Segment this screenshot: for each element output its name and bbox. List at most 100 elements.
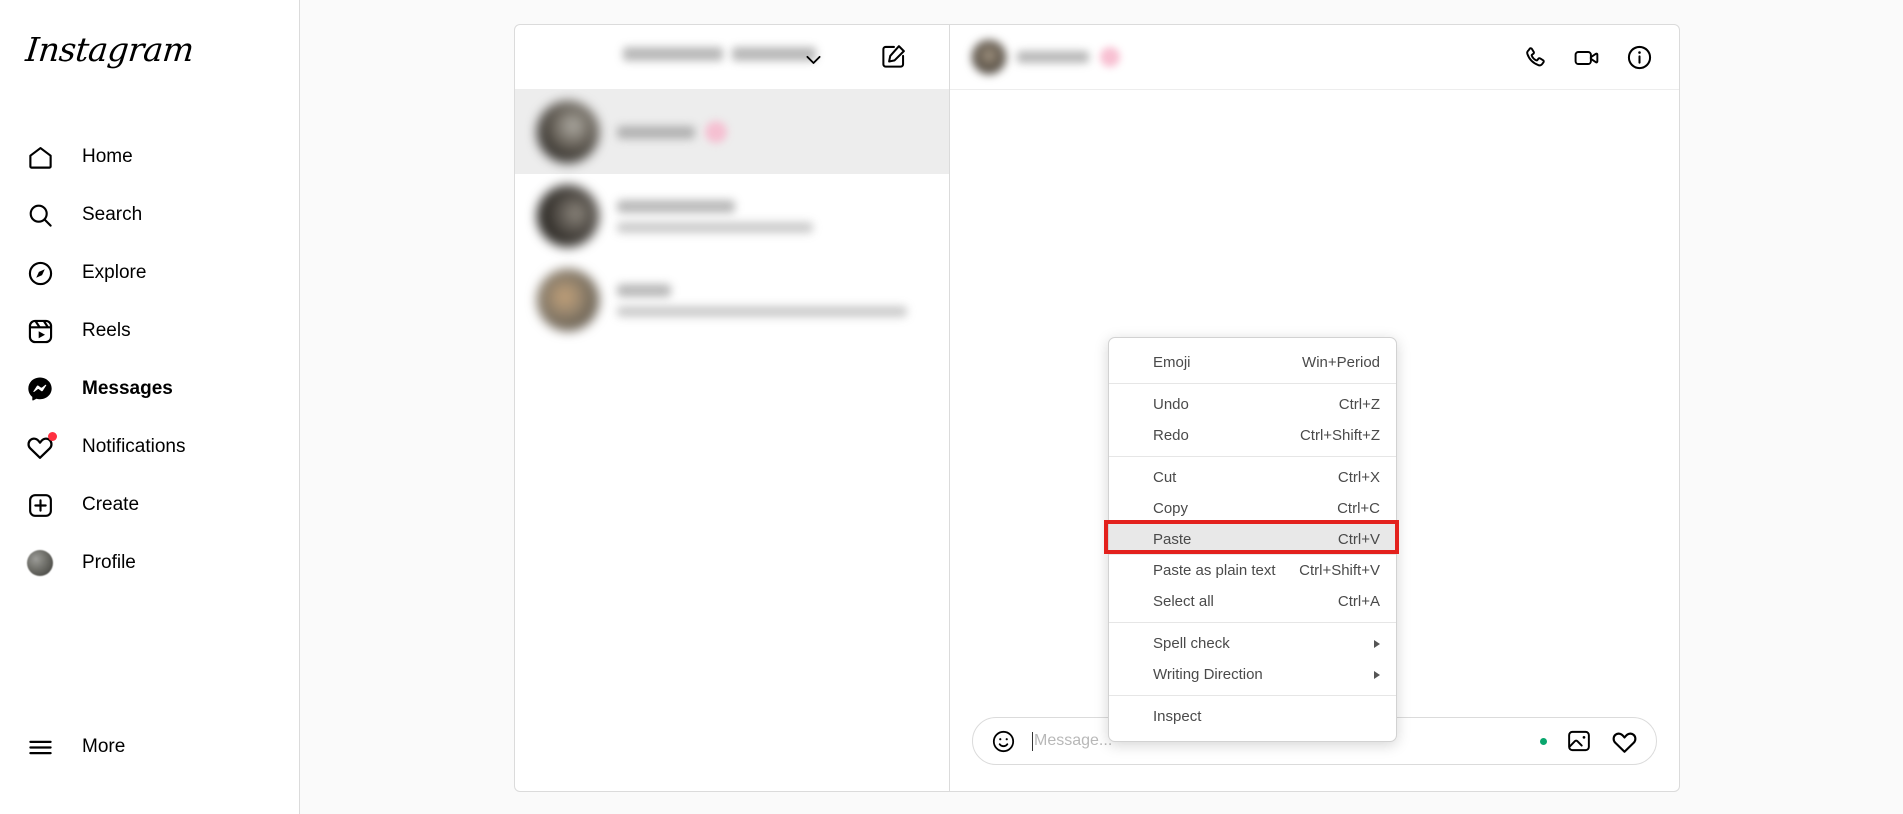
avatar — [537, 269, 599, 331]
context-menu-group: Emoji Win+Period — [1109, 342, 1396, 383]
sidebar-item-label: Reels — [82, 320, 131, 341]
heart-outline-icon[interactable] — [1611, 729, 1638, 754]
context-menu-group: Spell check Writing Direction — [1109, 622, 1396, 695]
menu-item-shortcut: Ctrl+C — [1337, 500, 1380, 517]
account-username-redacted — [623, 47, 723, 61]
context-menu-group: Undo Ctrl+Z Redo Ctrl+Shift+Z — [1109, 383, 1396, 456]
menu-item-shortcut: Ctrl+Shift+V — [1299, 562, 1380, 579]
text-caret — [1032, 731, 1033, 751]
messenger-icon — [24, 373, 56, 405]
notification-badge — [48, 432, 57, 441]
image-icon[interactable] — [1566, 728, 1592, 754]
menu-item-shortcut: Ctrl+Shift+Z — [1299, 427, 1380, 444]
context-menu-item-undo[interactable]: Undo Ctrl+Z — [1109, 389, 1396, 420]
context-menu-item-paste[interactable]: Paste Ctrl+V — [1109, 524, 1396, 555]
heart-icon — [24, 431, 57, 463]
menu-item-label: Inspect — [1153, 708, 1202, 725]
list-item[interactable] — [515, 258, 949, 342]
composer-actions — [1540, 728, 1638, 754]
menu-item-label: Select all — [1153, 593, 1214, 610]
messages-container: Message... — [514, 24, 1680, 792]
sidebar-item-search[interactable]: Search — [0, 186, 300, 244]
menu-item-label: Writing Direction — [1153, 666, 1263, 683]
avatar — [537, 101, 599, 163]
context-menu-item-wrap: Emoji Win+Period — [1109, 347, 1396, 378]
video-camera-icon[interactable] — [1573, 44, 1601, 72]
context-menu-group: Inspect — [1109, 695, 1396, 737]
info-circle-icon[interactable] — [1625, 44, 1653, 72]
conversation-preview-redacted — [617, 221, 813, 233]
avatar — [537, 185, 599, 247]
avatar — [24, 547, 56, 579]
status-badge — [705, 121, 727, 143]
sidebar-item-create[interactable]: Create — [0, 476, 300, 534]
context-menu-item-redo[interactable]: Redo Ctrl+Shift+Z — [1109, 420, 1396, 451]
context-menu[interactable]: Emoji Win+Period Undo Ctrl+Z Redo Ctrl+S… — [1104, 337, 1399, 742]
chat-header-actions — [1521, 25, 1653, 90]
menu-item-label: Undo — [1153, 396, 1189, 413]
sidebar-item-explore[interactable]: Explore — [0, 244, 300, 302]
submenu-arrow-icon — [1374, 670, 1380, 679]
context-menu-item-inspect[interactable]: Inspect — [1109, 701, 1396, 732]
conversation-list[interactable] — [515, 90, 949, 791]
menu-item-label: Copy — [1153, 500, 1189, 517]
account-switcher[interactable] — [623, 47, 816, 61]
context-menu-item-wrap: Paste Ctrl+V — [1104, 520, 1399, 555]
menu-item-label: Spell check — [1153, 635, 1230, 652]
phone-icon[interactable] — [1521, 44, 1549, 72]
home-icon — [24, 141, 56, 173]
chevron-down-icon[interactable] — [803, 49, 824, 70]
menu-item-shortcut: Ctrl+X — [1337, 469, 1380, 486]
sidebar-item-label: Profile — [82, 552, 136, 573]
submenu-arrow-icon — [1374, 639, 1380, 648]
conversation-text — [617, 121, 727, 143]
conversation-name-redacted — [617, 125, 695, 139]
conversation-preview-redacted — [617, 305, 907, 317]
sidebar-item-messages[interactable]: Messages — [0, 360, 300, 418]
context-menu-item-cut[interactable]: Cut Ctrl+X — [1109, 462, 1396, 493]
plus-square-icon — [24, 489, 56, 521]
conversation-name-redacted — [617, 283, 671, 297]
conversation-list-panel — [515, 25, 950, 791]
context-menu-item-emoji[interactable]: Emoji Win+Period — [1109, 347, 1396, 378]
menu-item-label: Cut — [1153, 469, 1177, 486]
list-item[interactable] — [515, 174, 949, 258]
chat-header — [950, 25, 1679, 90]
sidebar-item-label: Create — [82, 494, 140, 515]
context-menu-item-spell-check[interactable]: Spell check — [1109, 628, 1396, 659]
chat-name-redacted — [1017, 51, 1089, 63]
new-message-icon[interactable] — [880, 43, 907, 75]
sidebar-item-reels[interactable]: Reels — [0, 302, 300, 360]
chat-thread-identity[interactable] — [972, 40, 1120, 74]
sidebar-nav: Home Search Explore Reels Messages Notif… — [0, 128, 300, 592]
compass-icon — [24, 257, 56, 289]
menu-item-shortcut: Ctrl+A — [1337, 593, 1380, 610]
context-menu-item-writing-direction[interactable]: Writing Direction — [1109, 659, 1396, 690]
list-item[interactable] — [515, 90, 949, 174]
context-menu-item-copy[interactable]: Copy Ctrl+C — [1109, 493, 1396, 524]
sidebar-item-more[interactable]: More — [0, 718, 300, 776]
sidebar-item-profile[interactable]: Profile — [0, 534, 300, 592]
conversation-list-header — [515, 25, 949, 90]
context-menu-item-paste-as-plain-text[interactable]: Paste as plain text Ctrl+Shift+V — [1109, 555, 1396, 586]
menu-item-label: Paste as plain text — [1153, 562, 1276, 579]
smiley-icon[interactable] — [991, 729, 1016, 754]
search-icon — [24, 199, 56, 231]
instagram-messages-page: Instagram Home Search Explore Reels Mess… — [0, 0, 1903, 814]
menu-item-label: Paste — [1153, 531, 1192, 548]
reels-icon — [24, 315, 56, 347]
sidebar-more-section: More — [0, 718, 300, 776]
sidebar-item-label: Search — [82, 204, 143, 225]
instagram-logo[interactable]: Instagram — [24, 30, 196, 69]
menu-item-shortcut: Win+Period — [1302, 354, 1380, 371]
sidebar-item-label: Messages — [82, 378, 173, 399]
conversation-text — [617, 283, 907, 317]
menu-item-label: Redo — [1153, 427, 1189, 444]
context-menu-item-select-all[interactable]: Select all Ctrl+A — [1109, 586, 1396, 617]
sidebar-item-label: More — [82, 736, 126, 757]
menu-item-shortcut: Ctrl+V — [1337, 531, 1380, 548]
sidebar-item-home[interactable]: Home — [0, 128, 300, 186]
left-sidebar: Instagram Home Search Explore Reels Mess… — [0, 0, 300, 814]
sidebar-item-notifications[interactable]: Notifications — [0, 418, 300, 476]
sidebar-item-label: Home — [82, 146, 133, 167]
